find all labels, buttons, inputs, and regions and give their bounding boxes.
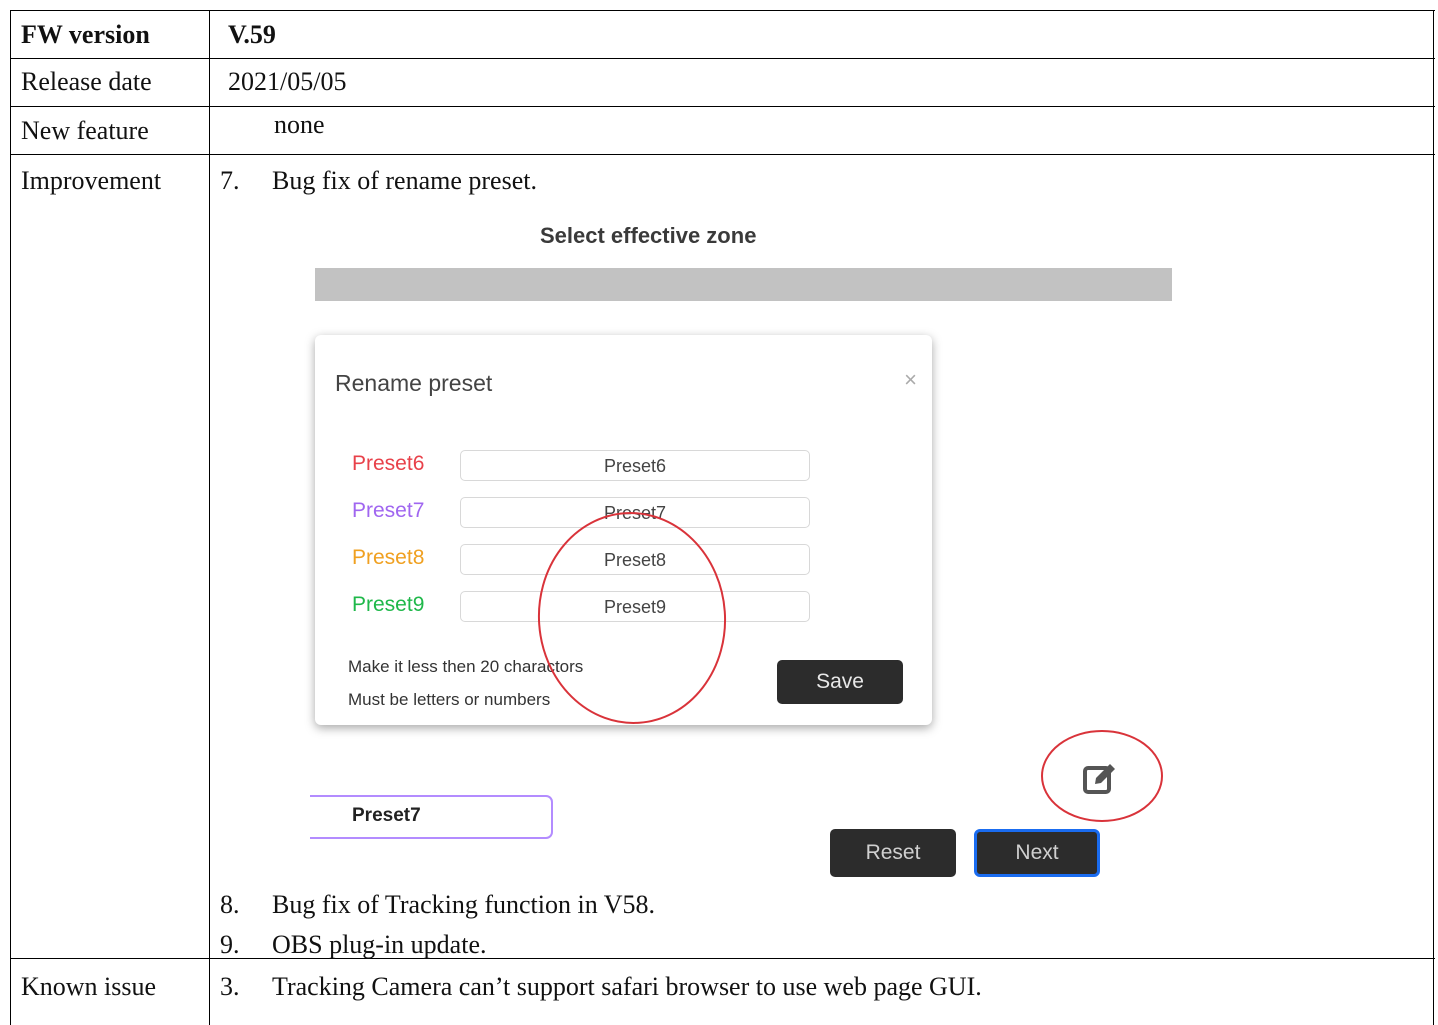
list-item-number: 9.: [220, 930, 240, 959]
preset-name-input[interactable]: Preset7: [460, 497, 810, 528]
next-button[interactable]: Next: [974, 829, 1100, 877]
table-border: [1433, 10, 1434, 1025]
rename-preset-dialog: Rename preset × Preset6 Preset6 Preset7 …: [315, 335, 932, 725]
preset-name-input[interactable]: Preset9: [460, 591, 810, 622]
preset-label: Preset6: [352, 452, 425, 475]
close-icon[interactable]: ×: [904, 367, 917, 393]
preset-label: Preset7: [352, 499, 425, 522]
list-item-text: Tracking Camera can’t support safari bro…: [272, 972, 982, 1001]
embedded-screenshot: Select effective zone Rename preset × Pr…: [310, 215, 1180, 895]
list-item-text: Bug fix of rename preset.: [272, 166, 537, 195]
preset-name-input[interactable]: Preset8: [460, 544, 810, 575]
edit-icon[interactable]: [1082, 761, 1118, 797]
table-border: [10, 154, 1435, 155]
preset-name-field[interactable]: Preset7: [310, 795, 553, 839]
release-date-value: 2021/05/05: [228, 67, 347, 96]
list-item-number: 8.: [220, 890, 240, 919]
dialog-title: Rename preset: [335, 370, 493, 396]
list-item-number: 3.: [220, 972, 240, 1001]
list-item-text: OBS plug-in update.: [272, 930, 487, 959]
fw-version-label: FW version: [21, 20, 150, 49]
release-notes-table: FW version V.59 Release date 2021/05/05 …: [10, 10, 1435, 1025]
new-feature-label: New feature: [21, 116, 149, 145]
fw-version-value: V.59: [228, 20, 276, 49]
table-border: [10, 58, 1435, 59]
list-item-number: 7.: [220, 166, 240, 195]
table-border: [10, 10, 11, 1025]
reset-button[interactable]: Reset: [830, 829, 956, 877]
release-date-label: Release date: [21, 67, 152, 96]
known-issue-label: Known issue: [21, 972, 157, 1001]
preset-field-label: Preset7: [352, 805, 421, 826]
table-border: [10, 106, 1435, 107]
save-button[interactable]: Save: [777, 660, 903, 704]
table-border: [209, 10, 210, 1025]
table-border: [10, 10, 1435, 11]
new-feature-value: none: [274, 110, 325, 139]
gray-band: [315, 268, 1172, 301]
list-item-text: Bug fix of Tracking function in V58.: [272, 890, 656, 919]
preset-label: Preset8: [352, 546, 425, 569]
hint-text: Make it less then 20 charactors: [348, 657, 584, 676]
screenshot-title: Select effective zone: [540, 223, 757, 248]
improvement-label: Improvement: [21, 166, 162, 195]
hint-text: Must be letters or numbers: [348, 690, 551, 709]
preset-name-input[interactable]: Preset6: [460, 450, 810, 481]
preset-label: Preset9: [352, 593, 425, 616]
